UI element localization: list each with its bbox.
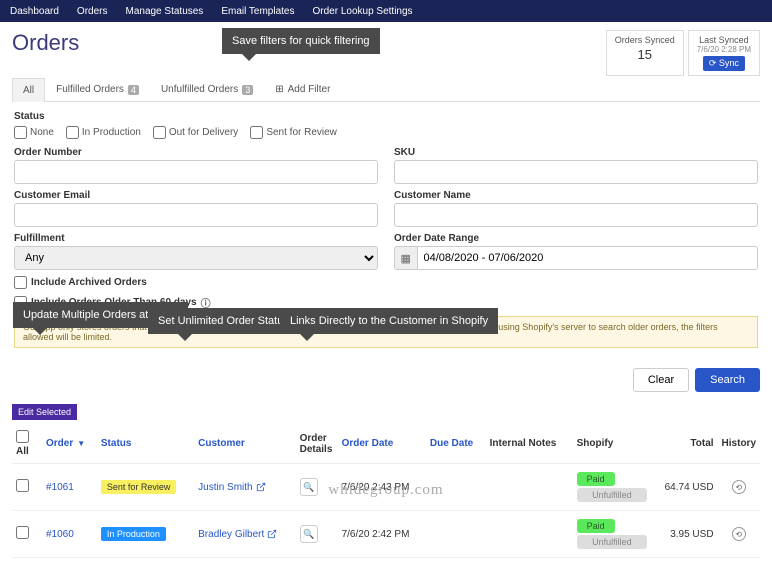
order-link[interactable]: #1060 <box>46 529 74 540</box>
sku-input[interactable] <box>394 160 758 184</box>
col-total: Total <box>651 424 717 464</box>
fulfillment-label: Fulfillment <box>14 233 378 244</box>
customer-link[interactable]: Bradley Gilbert <box>198 529 291 540</box>
last-synced-label: Last Synced <box>697 35 751 45</box>
nav-email-templates[interactable]: Email Templates <box>221 6 294 17</box>
date-range-input[interactable] <box>417 246 758 270</box>
status-none[interactable]: None <box>14 126 54 139</box>
edit-selected-button[interactable]: Edit Selected <box>12 404 77 420</box>
orders-synced-card: Orders Synced 15 <box>606 30 684 76</box>
sync-button[interactable]: ⟳ Sync <box>703 56 745 71</box>
callout-save-filters: Save filters for quick filtering <box>222 28 380 54</box>
col-status[interactable]: Status <box>97 424 194 464</box>
sort-desc-icon: ▼ <box>77 439 85 448</box>
filter-icon: ⊞ <box>275 84 283 95</box>
order-details-button[interactable]: 🔍 <box>300 525 318 543</box>
callout-customer-links: Links Directly to the Customer in Shopif… <box>280 308 498 334</box>
watermark: whidegroup.com <box>0 482 772 499</box>
last-synced-time: 7/6/20 2:28 PM <box>697 45 751 54</box>
include-archived-label: Include Archived Orders <box>31 277 147 288</box>
status-in-production[interactable]: In Production <box>66 126 141 139</box>
status-checks: None In Production Out for Delivery Sent… <box>14 126 758 139</box>
col-shopify: Shopify <box>573 424 652 464</box>
include-archived-check[interactable] <box>14 276 27 289</box>
tab-fulfilled-label: Fulfilled Orders <box>56 84 124 95</box>
status-in-production-check[interactable] <box>66 126 79 139</box>
fulfillment-select[interactable]: Any <box>14 246 378 270</box>
clear-button[interactable]: Clear <box>633 368 689 392</box>
col-history: History <box>718 424 760 464</box>
tab-all[interactable]: All <box>12 78 45 102</box>
order-number-label: Order Number <box>14 147 378 158</box>
tab-add-filter[interactable]: ⊞ Add Filter <box>264 78 341 101</box>
status-out-for-delivery[interactable]: Out for Delivery <box>153 126 238 139</box>
order-total: 3.95 USD <box>651 511 717 558</box>
col-notes: Internal Notes <box>486 424 573 464</box>
tab-fulfilled-badge: 4 <box>128 85 139 95</box>
sku-label: SKU <box>394 147 758 158</box>
col-order[interactable]: Order▼ <box>42 424 97 464</box>
tab-unfulfilled[interactable]: Unfulfilled Orders 3 <box>150 78 264 101</box>
col-all: All <box>16 446 29 457</box>
sync-panel: Orders Synced 15 Last Synced 7/6/20 2:28… <box>606 30 760 76</box>
customer-name-input[interactable] <box>394 203 758 227</box>
order-date: 7/6/20 2:42 PM <box>338 511 426 558</box>
shopify-paid-badge: Paid <box>577 519 615 533</box>
nav-order-lookup[interactable]: Order Lookup Settings <box>313 6 413 17</box>
last-synced-card: Last Synced 7/6/20 2:28 PM ⟳ Sync <box>688 30 760 76</box>
status-sent-for-review-check[interactable] <box>250 126 263 139</box>
calendar-icon[interactable]: ▦ <box>394 246 417 270</box>
top-navbar: Dashboard Orders Manage Statuses Email T… <box>0 0 772 22</box>
tab-unfulfilled-badge: 3 <box>242 85 253 95</box>
col-date[interactable]: Order Date <box>338 424 426 464</box>
search-button[interactable]: Search <box>695 368 760 392</box>
page-title: Orders <box>12 30 79 56</box>
tab-fulfilled[interactable]: Fulfilled Orders 4 <box>45 78 150 101</box>
due-date <box>426 511 486 558</box>
customer-email-input[interactable] <box>14 203 378 227</box>
external-link-icon <box>267 529 277 539</box>
status-label: Status <box>14 111 45 122</box>
tab-add-filter-label: Add Filter <box>288 84 331 95</box>
status-sent-for-review[interactable]: Sent for Review <box>250 126 337 139</box>
row-check[interactable] <box>16 526 29 539</box>
customer-email-label: Customer Email <box>14 190 378 201</box>
date-range-label: Order Date Range <box>394 233 758 244</box>
col-due[interactable]: Due Date <box>426 424 486 464</box>
select-all-check[interactable] <box>16 430 29 443</box>
status-none-check[interactable] <box>14 126 27 139</box>
col-customer[interactable]: Customer <box>194 424 295 464</box>
shopify-fulfill-badge: Unfulfilled <box>577 535 648 549</box>
customer-name-label: Customer Name <box>394 190 758 201</box>
history-button[interactable]: ⟲ <box>732 527 746 541</box>
nav-orders[interactable]: Orders <box>77 6 108 17</box>
orders-synced-label: Orders Synced <box>615 35 675 45</box>
table-row: #1060 In Production Bradley Gilbert 🔍 7/6/2… <box>12 511 760 558</box>
nav-dashboard[interactable]: Dashboard <box>10 6 59 17</box>
col-details: Order Details <box>296 424 338 464</box>
internal-notes <box>486 511 573 558</box>
orders-synced-count: 15 <box>615 47 675 62</box>
status-badge[interactable]: In Production <box>101 527 166 541</box>
status-out-for-delivery-check[interactable] <box>153 126 166 139</box>
filter-tabs: All Fulfilled Orders 4 Unfulfilled Orders… <box>12 78 760 102</box>
tab-unfulfilled-label: Unfulfilled Orders <box>161 84 238 95</box>
nav-manage-statuses[interactable]: Manage Statuses <box>125 6 203 17</box>
order-number-input[interactable] <box>14 160 378 184</box>
